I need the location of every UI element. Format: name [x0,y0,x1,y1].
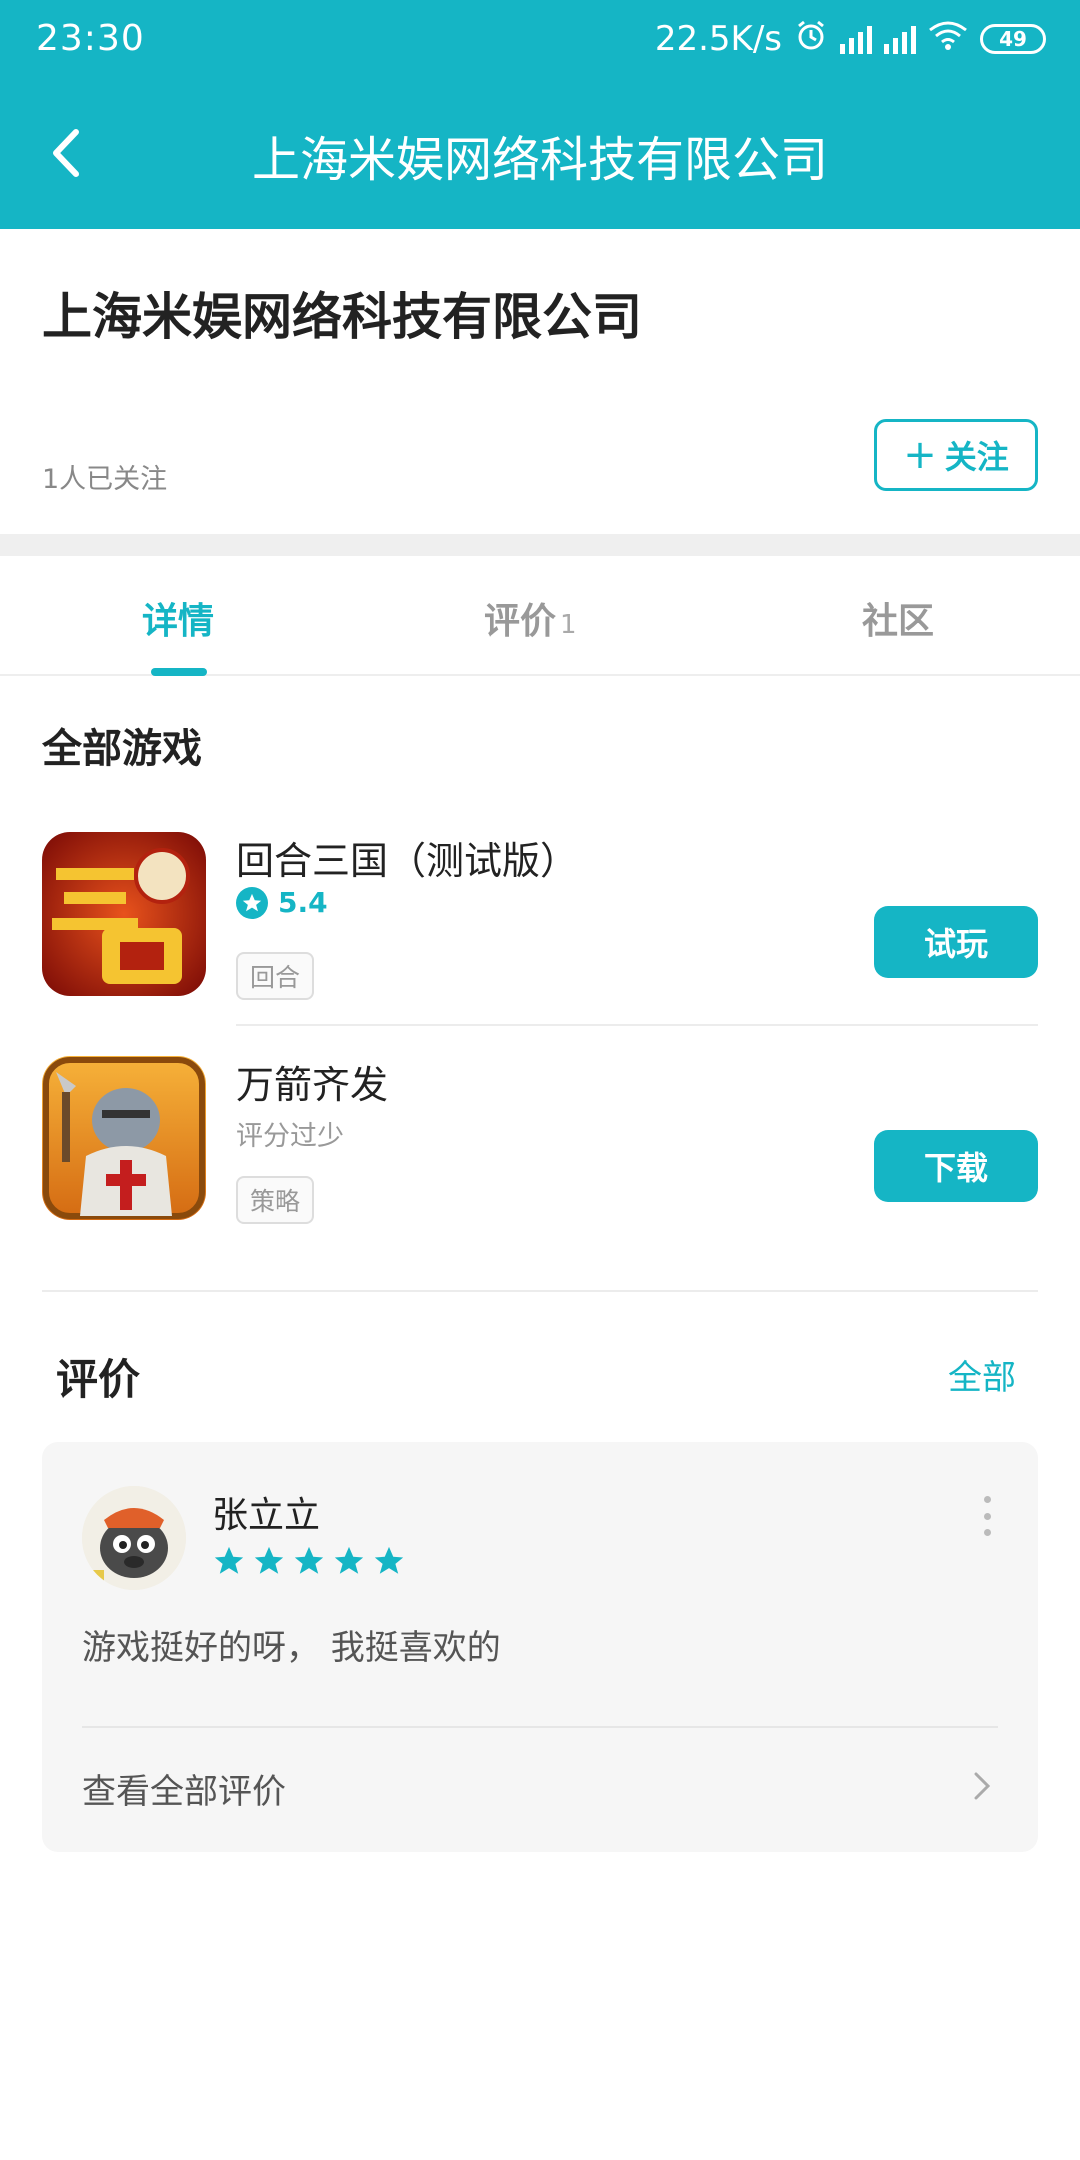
review-stars [212,1544,406,1578]
tab-bar: 详情 评价 1 社区 [0,556,1080,676]
review-text: 游戏挺好的呀， 我挺喜欢的 [82,1628,501,1668]
status-icons: 22.5K/s 49 [655,18,1046,60]
app-header: 上海米娱网络科技有限公司 [0,78,1080,229]
game-name: 回合三国（测试版） [236,839,579,883]
review-username[interactable]: 张立立 [212,1486,320,1538]
tab-indicator [151,668,207,676]
game-rating: 5.4 [236,886,328,919]
review-card: 张立立 游戏挺好的呀， 我挺喜欢的 查看全部评价 [42,1442,1038,1852]
tab-community-label: 社区 [862,601,935,642]
tab-reviews-count: 1 [560,610,577,640]
status-bar: 23:30 22.5K/s 49 [0,0,1080,78]
chevron-right-icon[interactable] [970,1768,994,1804]
page-title: 上海米娱网络科技有限公司 [251,132,828,188]
status-time: 23:30 [36,18,145,59]
star-icon [294,1546,324,1574]
games-section-title: 全部游戏 [42,726,202,772]
tab-details[interactable]: 详情 [142,592,214,644]
wifi-icon [928,19,968,59]
tab-reviews[interactable]: 评价 1 [484,592,577,644]
game-tag: 回合 [236,952,315,1000]
star-icon [374,1546,404,1574]
game-item[interactable]: 万箭齐发 评分过少 策略 下载 [0,1056,1080,1246]
tab-reviews-label: 评价 [484,601,557,642]
tab-details-label: 详情 [142,601,215,642]
more-options-icon[interactable] [982,1496,992,1536]
see-all-reviews-link[interactable]: 查看全部评价 [82,1764,286,1813]
star-icon [236,886,268,919]
battery-level: 49 [999,27,1027,51]
game-icon-huihe-sanguo [42,832,206,996]
rating-value: 5.4 [278,886,328,919]
section-divider [0,534,1080,556]
all-reviews-link[interactable]: 全部 [948,1350,1016,1399]
game-icon-wanjian-qifa [42,1056,206,1220]
network-speed: 22.5K/s [654,19,782,59]
battery-icon: 49 [980,24,1046,54]
star-icon [254,1546,284,1574]
signal-icon [840,24,872,54]
company-info: 上海米娱网络科技有限公司 1人已关注 + 关注 [0,229,1080,534]
star-icon [214,1546,244,1574]
tab-community[interactable]: 社区 [862,592,934,644]
list-divider [236,1024,1038,1026]
signal-icon-2 [884,24,916,54]
star-icon [334,1546,364,1574]
follow-button[interactable]: + 关注 [874,419,1038,491]
section-divider-line [42,1290,1038,1292]
game-item[interactable]: 回合三国（测试版） 5.4 回合 试玩 [0,832,1080,1022]
try-play-button[interactable]: 试玩 [874,906,1038,978]
rating-note: 评分过少 [236,1121,344,1152]
follow-label: 关注 [944,438,1009,476]
plus-icon: + [903,432,937,478]
alarm-icon [794,18,828,61]
avatar[interactable] [82,1486,186,1590]
review-divider [82,1726,998,1728]
download-button[interactable]: 下载 [874,1130,1038,1202]
reviews-section-title: 评价 [56,1355,141,1404]
top-bar: 23:30 22.5K/s 49 上海米娱网络科技有限公司 [0,0,1080,229]
company-name: 上海米娱网络科技有限公司 [42,288,642,346]
game-name: 万箭齐发 [236,1063,389,1107]
follower-count: 1人已关注 [42,464,168,495]
game-tag: 策略 [236,1176,315,1224]
